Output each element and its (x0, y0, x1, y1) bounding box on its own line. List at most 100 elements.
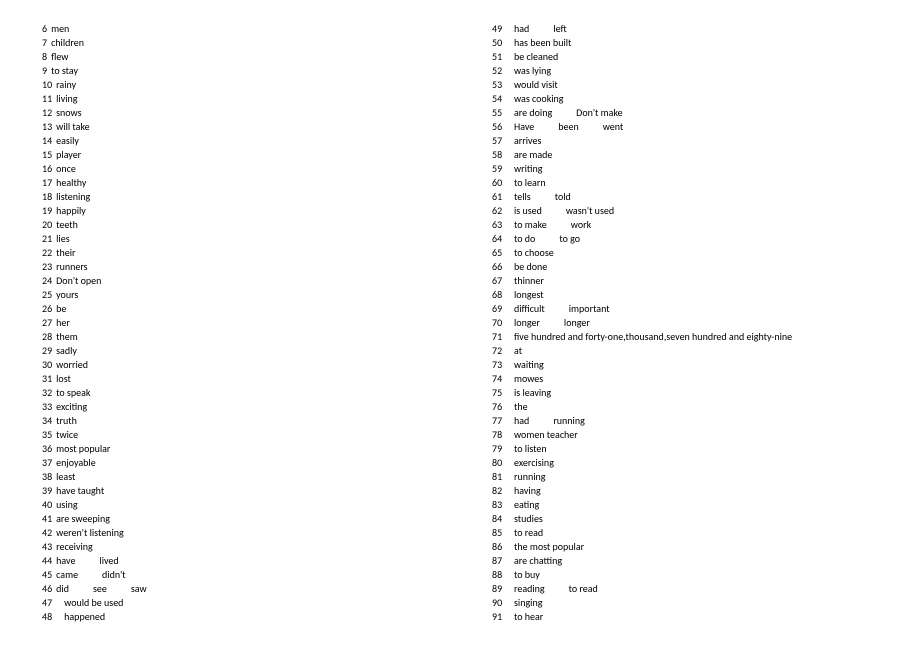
item-number: 88 (492, 568, 514, 582)
list-item: 34truth (42, 414, 492, 428)
list-item: 41are sweeping (42, 512, 492, 526)
list-item: 37 enjoyable (42, 456, 492, 470)
list-item: 62is usedwasn't used (492, 204, 912, 218)
item-number: 89 (492, 582, 514, 596)
answer-text: had (514, 414, 529, 428)
list-item: 10rainy (42, 78, 492, 92)
answer-text: sadly (56, 344, 77, 358)
list-item: 65to choose (492, 246, 912, 260)
answer-text: children (51, 36, 84, 50)
item-number: 40 (42, 498, 52, 512)
answer-text: reading (514, 582, 545, 596)
item-number: 71 (492, 330, 514, 344)
item-number: 86 (492, 540, 514, 554)
list-item: 60to learn (492, 176, 912, 190)
answer-text: has been built (514, 36, 571, 50)
answer-text: exercising (514, 456, 554, 470)
answer-text: had (514, 22, 529, 36)
answer-text: is leaving (514, 386, 551, 400)
item-number: 75 (492, 386, 514, 400)
list-item: 91to hear (492, 610, 912, 624)
list-item: 46didseesaw (42, 582, 492, 596)
list-item: 75is leaving (492, 386, 912, 400)
item-number: 51 (492, 50, 514, 64)
list-item: 77hadrunning (492, 414, 912, 428)
list-item: 79to listen (492, 442, 912, 456)
list-item: 29 sadly (42, 344, 492, 358)
answer-text: happily (56, 204, 86, 218)
item-number: 74 (492, 372, 514, 386)
answer-text: was cooking (514, 92, 564, 106)
list-item: 40using (42, 498, 492, 512)
answer-text: longer (514, 316, 540, 330)
list-item: 39have taught (42, 484, 492, 498)
list-item: 12snows (42, 106, 492, 120)
answer-text: Don't open (56, 274, 101, 288)
answer-text: lived (99, 554, 118, 568)
list-item: 87are chatting (492, 554, 912, 568)
item-number: 48 (42, 610, 52, 624)
list-item: 9to stay (42, 64, 492, 78)
item-number: 69 (492, 302, 514, 316)
list-item: 78women teacher (492, 428, 912, 442)
list-item: 56Havebeenwent (492, 120, 912, 134)
item-number: 22 (42, 246, 52, 260)
item-number: 87 (492, 554, 514, 568)
list-item: 7 children (42, 36, 492, 50)
answer-text: would visit (514, 78, 558, 92)
item-number: 60 (492, 176, 514, 190)
answer-text: tells (514, 190, 531, 204)
answer-text: to do (514, 232, 535, 246)
list-item: 84studies (492, 512, 912, 526)
answer-text: are made (514, 148, 552, 162)
list-item: 44havelived (42, 554, 492, 568)
list-item: 11living (42, 92, 492, 106)
item-number: 58 (492, 148, 514, 162)
answer-text: singing (514, 596, 542, 610)
answer-text: least (56, 470, 75, 484)
list-item: 85to read (492, 526, 912, 540)
answer-text: enjoyable (56, 456, 96, 470)
item-number: 76 (492, 400, 514, 414)
list-item: 74mowes (492, 372, 912, 386)
answer-text: healthy (56, 176, 86, 190)
item-number: 57 (492, 134, 514, 148)
item-number: 10 (42, 78, 52, 92)
item-number: 61 (492, 190, 514, 204)
list-item: 24Don't open (42, 274, 492, 288)
list-item: 8flew (42, 50, 492, 64)
list-item: 28them (42, 330, 492, 344)
item-number: 73 (492, 358, 514, 372)
columns-wrap: 6men7children8flew9to stay10rainy11livin… (42, 22, 920, 624)
list-item: 50has been built (492, 36, 912, 50)
item-number: 59 (492, 162, 514, 176)
list-item: 43receiving (42, 540, 492, 554)
answer-text: came (56, 568, 78, 582)
answer-text: lost (56, 372, 71, 386)
list-item: 25yours (42, 288, 492, 302)
answer-text: five hundred and forty-one,thousand,seve… (514, 330, 792, 344)
item-number: 29 (42, 344, 52, 358)
item-number: 7 (42, 36, 47, 50)
item-number: 37 (42, 456, 52, 470)
list-item: 35twice (42, 428, 492, 442)
answer-text: to read (514, 526, 543, 540)
answer-text: their (56, 246, 75, 260)
list-item: 36most popular (42, 442, 492, 456)
answer-text: are sweeping (56, 512, 110, 526)
list-item: 55are doingDon't make (492, 106, 912, 120)
answer-text: is used (514, 204, 542, 218)
item-number: 46 (42, 582, 52, 596)
list-item: 33exciting (42, 400, 492, 414)
item-number: 83 (492, 498, 514, 512)
answer-text: be done (514, 260, 547, 274)
answer-text: yours (56, 288, 78, 302)
list-item: 58are made (492, 148, 912, 162)
answer-text: longest (514, 288, 544, 302)
answer-text: waiting (514, 358, 544, 372)
list-item: 57arrives (492, 134, 912, 148)
answer-text: running (553, 414, 585, 428)
list-item: 19happily (42, 204, 492, 218)
item-number: 70 (492, 316, 514, 330)
item-number: 68 (492, 288, 514, 302)
